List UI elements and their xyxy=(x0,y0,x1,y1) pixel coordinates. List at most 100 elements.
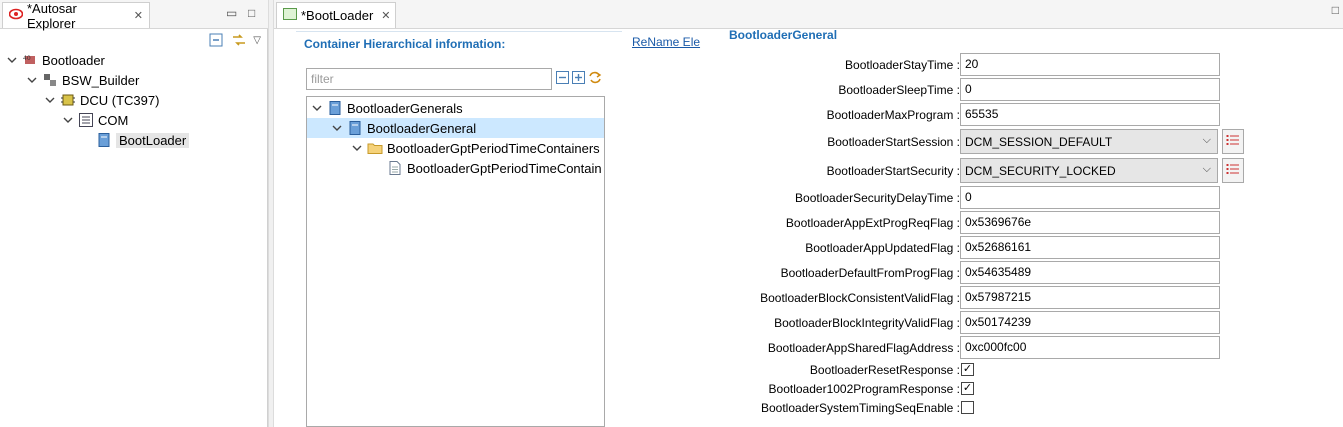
autosar-explorer-view: *Autosar Explorer ✕ ▭ □ ▽ 40 Bootloader … xyxy=(0,0,268,427)
form-title: BootloaderGeneral xyxy=(729,28,838,42)
field-label-start-security: BootloaderStartSecurity : xyxy=(826,164,960,178)
tab-autosar-explorer[interactable]: *Autosar Explorer ✕ xyxy=(2,0,150,31)
editor-tab-title: *BootLoader xyxy=(301,8,374,23)
section-divider xyxy=(296,31,622,32)
field-input-app-shared-flag[interactable]: 0xc000fc00 xyxy=(960,336,1220,359)
container-tree: BootloaderGenerals BootloaderGeneral Boo… xyxy=(306,96,605,427)
maximize-icon[interactable]: □ xyxy=(1332,3,1339,17)
bootloader-editor: *BootLoader ✕ □ Container Hierarchical i… xyxy=(274,0,1343,427)
chevron-down-icon[interactable] xyxy=(331,122,343,134)
editor-tabbar: *BootLoader ✕ □ xyxy=(274,0,1343,29)
chevron-down-icon[interactable] xyxy=(62,114,74,126)
start-session-list-button[interactable] xyxy=(1222,129,1244,154)
list-icon xyxy=(1226,163,1240,178)
file-icon xyxy=(387,160,403,176)
tree-item-com[interactable]: COM xyxy=(62,110,128,130)
explorer-logo-icon xyxy=(8,7,24,24)
rename-element-link[interactable]: ReName Ele xyxy=(632,35,700,49)
field-label-sleep-time: BootloaderSleepTime : xyxy=(838,83,960,97)
tree-item-dcu[interactable]: DCU (TC397) xyxy=(44,90,159,110)
reset-response-checkbox[interactable]: ✓ xyxy=(961,363,974,376)
start-security-list-button[interactable] xyxy=(1222,158,1244,183)
field-input-block-integrity[interactable]: 0x50174239 xyxy=(960,311,1220,334)
field-label-app-shared-flag: BootloaderAppSharedFlagAddress : xyxy=(767,341,960,355)
list-icon xyxy=(78,112,94,128)
field-label-security-delay: BootloaderSecurityDelayTime : xyxy=(795,191,960,205)
container-label: BootloaderGptPeriodTimeContainers xyxy=(387,140,600,156)
program-response-checkbox[interactable]: ✓ xyxy=(961,382,974,395)
module-icon xyxy=(96,132,112,148)
field-label-default-from-prog: BootloaderDefaultFromProgFlag : xyxy=(780,266,960,280)
minimize-icon[interactable]: ▭ xyxy=(226,6,237,20)
tree-item-bootloader-module[interactable]: BootLoader xyxy=(96,130,190,150)
module-icon xyxy=(327,100,343,116)
filter-toolbar xyxy=(556,71,602,87)
editor-tab-icon xyxy=(283,8,297,23)
select-value: DCM_SESSION_DEFAULT xyxy=(965,135,1113,149)
maximize-icon[interactable]: □ xyxy=(248,6,255,20)
chevron-down-icon[interactable] xyxy=(44,94,56,106)
field-label-app-ext-prog-req: BootloaderAppExtProgReqFlag : xyxy=(785,216,960,230)
field-label-block-integrity: BootloaderBlockIntegrityValidFlag : xyxy=(774,316,960,330)
tree-label: BSW_Builder xyxy=(62,72,140,88)
explorer-toolbar: ▽ xyxy=(209,30,261,50)
svg-text:40: 40 xyxy=(23,55,31,62)
view-menu-icon[interactable]: ▽ xyxy=(253,35,261,46)
chevron-down-icon[interactable] xyxy=(26,74,38,86)
chevron-down-icon[interactable] xyxy=(311,102,323,114)
field-label-app-updated: BootloaderAppUpdatedFlag : xyxy=(805,241,960,255)
container-label: BootloaderGenerals xyxy=(347,100,463,116)
chip-icon xyxy=(60,92,76,108)
timing-seq-enable-checkbox[interactable] xyxy=(961,401,974,414)
hierarchy-title: Container Hierarchical information: xyxy=(304,37,506,51)
explorer-tabbar: *Autosar Explorer ✕ ▭ □ xyxy=(0,0,268,31)
chevron-down-icon[interactable] xyxy=(351,142,363,154)
list-icon xyxy=(1226,134,1240,149)
tree-label: BootLoader xyxy=(116,132,190,148)
tab-bootloader[interactable]: *BootLoader ✕ xyxy=(276,2,396,28)
tree-item-bootloader-root[interactable]: 40 Bootloader xyxy=(6,50,105,70)
chevron-down-icon[interactable]: ⌵ xyxy=(1203,163,1211,176)
field-input-block-consistent[interactable]: 0x57987215 xyxy=(960,286,1220,309)
module-icon xyxy=(347,120,363,136)
checkbox-label-reset-response: BootloaderResetResponse : xyxy=(809,363,960,377)
container-item-gpt-containers[interactable]: BootloaderGptPeriodTimeContainers xyxy=(351,138,600,158)
field-input-app-updated[interactable]: 0x52686161 xyxy=(960,236,1220,259)
chevron-down-icon[interactable]: ⌵ xyxy=(1203,134,1211,147)
container-item-gpt-contain[interactable]: BootloaderGptPeriodTimeContain xyxy=(387,158,602,178)
tree-label: DCU (TC397) xyxy=(80,92,160,108)
tree-label: COM xyxy=(98,112,129,128)
filter-input[interactable]: filter xyxy=(306,68,552,90)
field-input-security-delay[interactable]: 0 xyxy=(960,186,1220,209)
container-item-general[interactable]: BootloaderGeneral xyxy=(307,118,604,138)
builder-icon xyxy=(42,72,58,88)
close-icon[interactable]: ✕ xyxy=(381,9,390,22)
collapse-all-icon[interactable] xyxy=(556,71,569,87)
container-item-generals[interactable]: BootloaderGenerals xyxy=(311,98,463,118)
expand-all-icon[interactable] xyxy=(572,71,585,87)
tree-item-bsw-builder[interactable]: BSW_Builder xyxy=(26,70,139,90)
field-input-app-ext-prog-req[interactable]: 0x5369676e xyxy=(960,211,1220,234)
field-label-max-program: BootloaderMaxProgram : xyxy=(826,108,960,122)
field-input-default-from-prog[interactable]: 0x54635489 xyxy=(960,261,1220,284)
container-label: BootloaderGptPeriodTimeContain xyxy=(407,160,602,176)
checkbox-label-timing-seq-enable: BootloaderSystemTimingSeqEnable : xyxy=(761,401,960,415)
close-icon[interactable]: ✕ xyxy=(134,9,143,22)
start-security-select[interactable]: DCM_SECURITY_LOCKED ⌵ xyxy=(960,158,1218,183)
collapse-all-icon[interactable] xyxy=(209,33,223,47)
start-session-select[interactable]: DCM_SESSION_DEFAULT ⌵ xyxy=(960,129,1218,154)
field-input-max-program[interactable]: 65535 xyxy=(960,103,1220,126)
refresh-icon[interactable] xyxy=(588,71,602,87)
explorer-tab-title: *Autosar Explorer xyxy=(27,0,77,31)
field-input-sleep-time[interactable]: 0 xyxy=(960,78,1220,101)
link-with-editor-icon[interactable] xyxy=(231,33,246,47)
field-input-stay-time[interactable]: 20 xyxy=(960,53,1220,76)
field-label-start-session: BootloaderStartSession : xyxy=(827,135,960,149)
folder-icon xyxy=(367,140,383,156)
field-label-block-consistent: BootloaderBlockConsistentValidFlag : xyxy=(760,291,960,305)
select-value: DCM_SECURITY_LOCKED xyxy=(965,164,1116,178)
chevron-down-icon[interactable] xyxy=(6,54,18,66)
project-icon: 40 xyxy=(22,52,38,68)
field-label-stay-time: BootloaderStayTime : xyxy=(845,58,960,72)
tree-label: Bootloader xyxy=(42,52,105,68)
